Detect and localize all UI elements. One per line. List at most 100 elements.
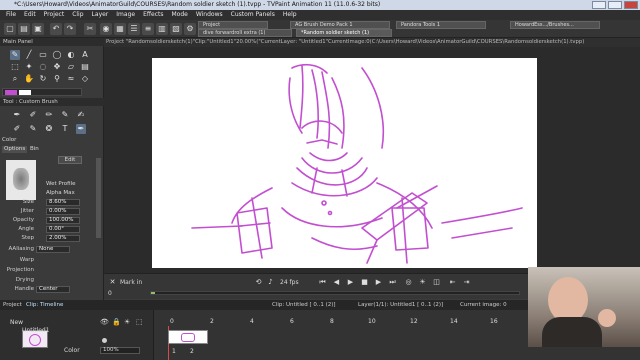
light-icon[interactable]: ☀ (124, 318, 130, 326)
menu-file[interactable]: File (6, 10, 16, 20)
rectangle-tool-icon[interactable]: ▭ (38, 50, 48, 60)
range-end-icon[interactable]: ⇥ (462, 278, 471, 287)
tab-dive-forwardroll[interactable]: dive forwardroll extra (1) (198, 29, 292, 37)
crayon-brush-icon[interactable]: ✐ (12, 124, 22, 134)
angle-field[interactable]: 0.00° (46, 226, 80, 233)
stack-icon[interactable]: ≡ (142, 23, 154, 35)
gradient-tool-icon[interactable]: ▤ (80, 62, 90, 72)
stop-icon[interactable]: ■ (360, 278, 369, 287)
menu-help[interactable]: Help (283, 10, 297, 20)
status-project[interactable]: Project (3, 300, 22, 310)
playback-slider-handle[interactable] (151, 292, 155, 294)
menu-windows[interactable]: Windows (196, 10, 223, 20)
menu-edit[interactable]: Edit (24, 10, 36, 20)
stamp-icon[interactable]: ⬚ (136, 318, 143, 326)
playback-slider[interactable] (150, 291, 520, 295)
tab-ag-brush-demo[interactable]: AG Brush Demo Pack 1 (290, 21, 390, 29)
tab-howard-brushes[interactable]: HowardEss.../Brushes... (510, 21, 600, 29)
handle-dropdown[interactable]: Center (36, 286, 70, 293)
color-wheel-icon[interactable]: ◉ (100, 23, 112, 35)
rotate-tool-icon[interactable]: ↻ (38, 74, 48, 84)
drawing-canvas[interactable] (152, 58, 537, 268)
paint-brush-icon[interactable]: ✎ (60, 110, 70, 120)
first-frame-icon[interactable]: ⏮ (318, 278, 327, 287)
status-clip[interactable]: Clip: Timeline (26, 300, 63, 310)
palette-icon[interactable]: ▦ (114, 23, 126, 35)
aaliasing-dropdown[interactable]: None (36, 246, 70, 253)
layer-color-dot-icon[interactable] (102, 338, 107, 343)
color-swatch-row[interactable] (2, 88, 82, 96)
opacity-field[interactable]: 100.00% (46, 217, 80, 224)
airbrush-icon[interactable]: ✐ (28, 110, 38, 120)
grid-icon[interactable]: ▥ (156, 23, 168, 35)
settings-icon[interactable]: ⚙ (184, 23, 196, 35)
menu-effects[interactable]: Effects (143, 10, 163, 20)
new-project-icon[interactable]: ▢ (4, 23, 16, 35)
magic-wand-icon[interactable]: ✦ (24, 62, 34, 72)
next-frame-icon[interactable]: ▶ (374, 278, 383, 287)
tab-pandora-tools[interactable]: Pandora Tools 1 (396, 21, 486, 29)
close-button[interactable] (624, 1, 638, 9)
redo-icon[interactable]: ↷ (64, 23, 76, 35)
pen-brush-icon[interactable]: ✒ (12, 110, 22, 120)
brush-tool-icon[interactable]: ✎ (10, 50, 20, 60)
edit-button[interactable]: Edit (58, 156, 82, 164)
open-icon[interactable]: ▤ (18, 23, 30, 35)
blur-brush-icon[interactable]: ❂ (44, 124, 54, 134)
tab-project[interactable]: Project (198, 21, 268, 29)
ellipse-tool-icon[interactable]: ◯ (52, 50, 62, 60)
range-start-icon[interactable]: ⇤ (448, 278, 457, 287)
new-layer-button[interactable]: New (10, 319, 23, 326)
size-field[interactable]: 8.60% (46, 199, 80, 206)
maximize-button[interactable] (608, 1, 622, 9)
layer-name[interactable]: Untitled1 (22, 327, 50, 334)
zoom-tool-icon[interactable]: ⌕ (10, 74, 20, 84)
timeline-frame-cell[interactable] (168, 330, 208, 344)
last-frame-icon[interactable]: ⏭ (388, 278, 397, 287)
picker-tool-icon[interactable]: ⚲ (52, 74, 62, 84)
custom-brush-icon[interactable]: ✒ (76, 124, 86, 134)
prev-frame-icon[interactable]: ◀ (332, 278, 341, 287)
pencil-brush-icon[interactable]: ✏ (44, 110, 54, 120)
select-tool-icon[interactable]: ⬚ (10, 62, 20, 72)
minimize-button[interactable] (592, 1, 606, 9)
text-tool-icon[interactable]: A (80, 50, 90, 60)
camera-icon[interactable]: ◫ (432, 278, 441, 287)
jitter-field[interactable]: 0.00% (46, 208, 80, 215)
play-icon[interactable]: ▶ (346, 278, 355, 287)
warp-tool-icon[interactable]: ≈ (66, 74, 76, 84)
marker-brush-icon[interactable]: ✍ (76, 110, 86, 120)
oil-brush-icon[interactable]: ✎ (28, 124, 38, 134)
layers-icon[interactable]: ☰ (128, 23, 140, 35)
undo-icon[interactable]: ↶ (50, 23, 62, 35)
line-tool-icon[interactable]: ╱ (24, 50, 34, 60)
shape-tool-icon[interactable]: ◇ (80, 74, 90, 84)
primary-color-swatch[interactable] (5, 90, 17, 95)
fps-display[interactable]: 24 fps (280, 279, 299, 286)
menu-mode[interactable]: Mode (171, 10, 187, 20)
save-icon[interactable]: ▣ (32, 23, 44, 35)
scissors-icon[interactable]: ✂ (84, 23, 96, 35)
hand-tool-icon[interactable]: ✋ (24, 74, 34, 84)
menu-custom-panels[interactable]: Custom Panels (231, 10, 275, 20)
secondary-color-swatch[interactable] (19, 90, 31, 95)
eraser-tool-icon[interactable]: ▱ (66, 62, 76, 72)
onion-skin-icon[interactable]: ◎ (404, 278, 413, 287)
lock-icon[interactable]: 🔒 (112, 318, 121, 326)
sound-icon[interactable]: ♪ (266, 278, 275, 287)
loop-icon[interactable]: ⟲ (254, 278, 263, 287)
visibility-icon[interactable]: 👁 (100, 318, 109, 326)
tab-bin[interactable]: Bin (28, 146, 41, 153)
tab-random-soldier-sketch[interactable]: *Random soldier sketch (1) (296, 29, 392, 37)
move-tool-icon[interactable]: ✥ (52, 62, 62, 72)
layer-opacity-field[interactable]: 100% (100, 347, 140, 354)
step-field[interactable]: 2.00% (46, 235, 80, 242)
lasso-tool-icon[interactable]: ◌ (38, 62, 48, 72)
light-table-icon[interactable]: ☀ (418, 278, 427, 287)
menu-layer[interactable]: Layer (92, 10, 109, 20)
fill-tool-icon[interactable]: ◐ (66, 50, 76, 60)
text-brush-icon[interactable]: T (60, 124, 70, 134)
menu-image[interactable]: Image (116, 10, 135, 20)
panel-icon[interactable]: ▧ (170, 23, 182, 35)
menu-clip[interactable]: Clip (72, 10, 83, 20)
